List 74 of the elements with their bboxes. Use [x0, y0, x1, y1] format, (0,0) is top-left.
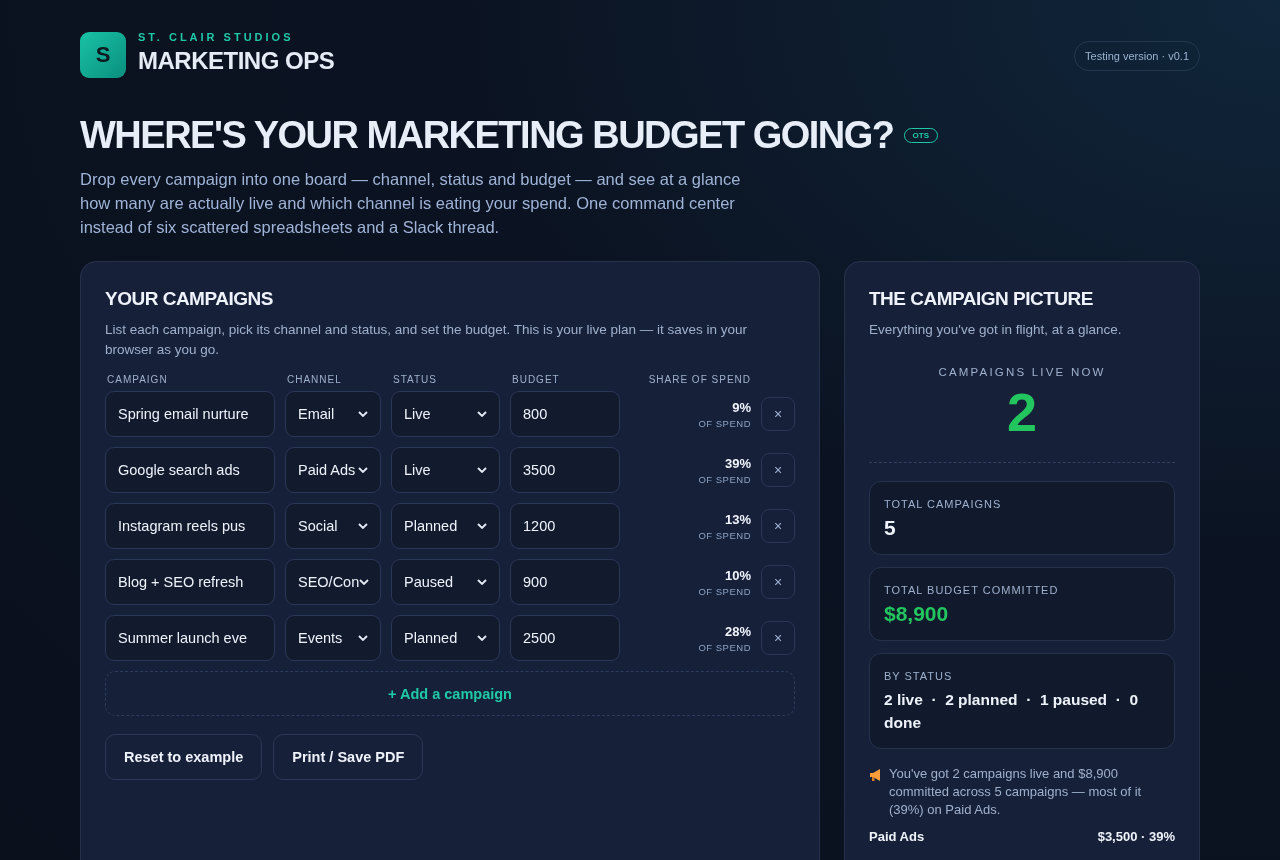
live-label: CAMPAIGNS LIVE NOW: [938, 366, 1106, 378]
chevron-icon: [477, 523, 487, 529]
channel-select[interactable]: Social: [285, 503, 381, 549]
campaign-name-field[interactable]: Summer launch eve: [105, 615, 275, 661]
column-header: CHANNEL: [286, 374, 343, 385]
panel-subtitle: Everything you've got in flight, at a glance.: [869, 321, 1123, 339]
campaign-name-field[interactable]: Instagram reels pus: [105, 503, 275, 549]
budget-field[interactable]: 1200: [510, 503, 620, 549]
megaphone-icon: [869, 768, 883, 782]
budget-field[interactable]: 800: [510, 391, 620, 437]
studio-name: ST. CLAIR STUDIOS: [138, 31, 295, 43]
share-label: OF SPEND: [698, 585, 751, 597]
stat-label: TOTAL BUDGET COMMITTED: [884, 584, 1060, 596]
panel-title: THE CAMPAIGN PICTURE: [869, 288, 1094, 310]
share-label: OF SPEND: [698, 529, 751, 541]
chevron-icon: [358, 635, 368, 641]
status-select[interactable]: Live: [391, 391, 500, 437]
logo: S: [80, 32, 126, 78]
campaign-name-field[interactable]: Spring email nurture: [105, 391, 275, 437]
channel-select[interactable]: Events: [285, 615, 381, 661]
campaign-name-field[interactable]: Google search ads: [105, 447, 275, 493]
remove-button[interactable]: ×: [761, 509, 795, 543]
chevron-icon: [359, 579, 370, 585]
column-header: STATUS: [392, 374, 438, 385]
chevron-icon: [477, 635, 487, 641]
chevron-icon: [358, 467, 368, 473]
share-percent: 13%: [724, 511, 751, 527]
budget-field[interactable]: 2500: [510, 615, 620, 661]
column-header: CAMPAIGN: [106, 374, 169, 385]
chevron-icon: [477, 579, 487, 585]
status-select[interactable]: Planned: [391, 615, 500, 661]
budget-field[interactable]: 3500: [510, 447, 620, 493]
chevron-icon: [358, 523, 368, 529]
stat-value: 2 live · 2 planned · 1 paused · 0 done: [884, 690, 1140, 733]
budget-field[interactable]: 900: [510, 559, 620, 605]
status-select[interactable]: Paused: [391, 559, 500, 605]
status-select[interactable]: Planned: [391, 503, 500, 549]
stat-label: TOTAL CAMPAIGNS: [884, 498, 1003, 510]
chevron-icon: [477, 411, 487, 417]
panel-description: List each campaign, pick its channel and status, and set the budget. This is your live plan — it saves in your browser as you go.: [105, 321, 749, 359]
action-button[interactable]: Reset to example: [105, 734, 263, 780]
campaign-name-field[interactable]: Blog + SEO refresh: [105, 559, 275, 605]
product-name: MARKETING OPS: [138, 47, 335, 75]
remove-button[interactable]: ×: [761, 397, 795, 431]
share-label: OF SPEND: [698, 417, 751, 429]
remove-button[interactable]: ×: [761, 621, 795, 655]
chevron-icon: [477, 467, 487, 473]
channel-select[interactable]: Email: [285, 391, 381, 437]
channel-select[interactable]: SEO/Con: [285, 559, 381, 605]
chevron-icon: [358, 411, 368, 417]
panel-title: YOUR CAMPAIGNS: [105, 288, 274, 310]
share-percent: 39%: [724, 455, 751, 471]
status-select[interactable]: Live: [391, 447, 500, 493]
remove-button[interactable]: ×: [761, 565, 795, 599]
remove-button[interactable]: ×: [761, 453, 795, 487]
share-percent: 9%: [732, 399, 751, 415]
column-header: BUDGET: [511, 374, 561, 385]
breakdown-value: $3,500 · 39%: [1097, 829, 1175, 844]
share-label: OF SPEND: [698, 641, 751, 653]
breakdown-label: Paid Ads: [869, 829, 925, 844]
action-button[interactable]: Print / Save PDF: [273, 734, 424, 780]
add-campaign-button[interactable]: + Add a campaign: [105, 671, 795, 716]
summary-note: You've got 2 campaigns live and $8,900 committed across 5 campaigns — most of it (39%) on Paid Ads.: [889, 765, 1143, 819]
share-percent: 10%: [724, 567, 751, 583]
stat-label: BY STATUS: [884, 670, 954, 682]
share-percent: 28%: [724, 623, 751, 639]
intro-text: Drop every campaign into one board — channel, status and budget — and see at a glance how many are actually live and which channel is eating your spend. One command center instead of six scattered spreadsheets and a Slack thread.: [80, 169, 742, 238]
live-count: 2: [1006, 382, 1037, 442]
share-label: OF SPEND: [698, 473, 751, 485]
stat-value: $8,900: [884, 602, 950, 626]
column-header: SHARE OF SPEND: [647, 374, 751, 385]
channel-select[interactable]: Paid Ads: [285, 447, 381, 493]
page-title: WHERE'S YOUR MARKETING BUDGET GOING?: [80, 114, 894, 157]
stat-value: 5: [884, 516, 897, 540]
